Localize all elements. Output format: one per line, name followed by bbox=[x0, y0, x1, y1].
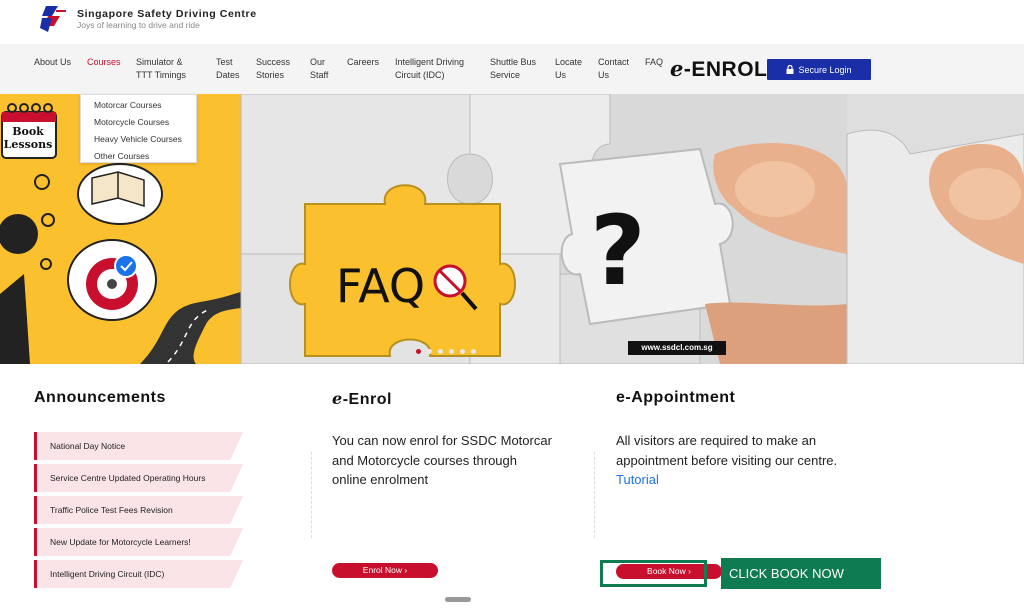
nav-simulator[interactable]: Simulator & TTT Timings bbox=[136, 56, 196, 82]
scroll-handle[interactable] bbox=[445, 597, 471, 602]
e-enrol-title-e: e bbox=[332, 389, 343, 408]
carousel-dots[interactable] bbox=[416, 349, 476, 354]
nav-about-us[interactable]: About Us bbox=[34, 56, 71, 69]
announcements-title: Announcements bbox=[34, 389, 166, 406]
carousel-dot[interactable] bbox=[416, 349, 421, 354]
e-enrol-title-suffix: -Enrol bbox=[342, 391, 392, 408]
brand-tagline: Joys of learning to drive and ride bbox=[77, 20, 200, 30]
nav-locate-us[interactable]: Locate Us bbox=[555, 56, 585, 82]
brand-name: Singapore Safety Driving Centre bbox=[77, 8, 257, 20]
e-enrol-logo-e: e bbox=[670, 56, 684, 81]
nav-test-dates[interactable]: Test Dates bbox=[216, 56, 246, 82]
carousel-dot[interactable] bbox=[471, 349, 476, 354]
e-enrol-logo-text: -ENROL bbox=[683, 58, 768, 81]
website-url-tag: www.ssdcl.com.sg bbox=[628, 341, 726, 355]
e-appointment-text: All visitors are required to make an app… bbox=[616, 433, 838, 468]
lock-icon bbox=[786, 65, 794, 74]
nav-contact-us[interactable]: Contact Us bbox=[598, 56, 632, 82]
carousel-dot[interactable] bbox=[438, 349, 443, 354]
e-appointment-title: e-Appointment bbox=[616, 389, 736, 406]
tutorial-link[interactable]: Tutorial bbox=[616, 472, 659, 487]
secure-login-label: Secure Login bbox=[798, 64, 852, 75]
click-book-now-callout: CLICK BOOK NOW bbox=[721, 558, 881, 589]
question-mark-text: ? bbox=[590, 195, 646, 307]
header-bar: Singapore Safety Driving Centre Joys of … bbox=[0, 0, 1024, 44]
faq-puzzle-text: FAQ bbox=[336, 259, 425, 313]
nav-shuttle-bus[interactable]: Shuttle Bus Service bbox=[490, 56, 542, 82]
book-lessons-line2: Lessons bbox=[4, 138, 53, 151]
announcement-item[interactable]: Service Centre Updated Operating Hours bbox=[34, 464, 243, 492]
book-lessons-line1: Book bbox=[12, 125, 44, 138]
book-now-highlight-box bbox=[600, 560, 707, 587]
column-divider bbox=[311, 452, 312, 538]
enrol-now-button[interactable]: Enrol Now › bbox=[332, 563, 438, 578]
e-enrol-title: e-Enrol bbox=[332, 389, 392, 409]
announcement-item[interactable]: Intelligent Driving Circuit (IDC) bbox=[34, 560, 243, 588]
e-appointment-description: All visitors are required to make an app… bbox=[616, 431, 846, 490]
nav-our-staff[interactable]: Our Staff bbox=[310, 56, 334, 82]
dropdown-item-other[interactable]: Other Courses bbox=[81, 148, 196, 165]
carousel-dot[interactable] bbox=[427, 349, 432, 354]
announcement-item[interactable]: Traffic Police Test Fees Revision bbox=[34, 496, 243, 524]
ssdc-logo-icon[interactable] bbox=[38, 4, 68, 34]
nav-courses[interactable]: Courses bbox=[87, 56, 121, 69]
column-divider bbox=[594, 452, 595, 538]
courses-dropdown-menu: Motorcar Courses Motorcycle Courses Heav… bbox=[80, 94, 197, 163]
nav-success-stories[interactable]: Success Stories bbox=[256, 56, 296, 82]
carousel-dot[interactable] bbox=[460, 349, 465, 354]
nav-faq[interactable]: FAQ bbox=[645, 56, 663, 69]
carousel-dot[interactable] bbox=[449, 349, 454, 354]
nav-careers[interactable]: Careers bbox=[347, 56, 379, 69]
e-enrol-description: You can now enrol for SSDC Motorcar and … bbox=[332, 433, 552, 487]
nav-idc[interactable]: Intelligent Driving Circuit (IDC) bbox=[395, 56, 475, 82]
dropdown-item-heavy-vehicle[interactable]: Heavy Vehicle Courses bbox=[81, 131, 196, 148]
announcement-item[interactable]: National Day Notice bbox=[34, 432, 243, 460]
secure-login-button[interactable]: Secure Login bbox=[767, 59, 871, 80]
dropdown-item-motorcycle[interactable]: Motorcycle Courses bbox=[81, 114, 196, 131]
e-enrol-logo[interactable]: e-ENROL bbox=[670, 56, 767, 82]
dropdown-item-motorcar[interactable]: Motorcar Courses bbox=[81, 97, 196, 114]
announcement-item[interactable]: New Update for Motorcycle Learners! bbox=[34, 528, 243, 556]
